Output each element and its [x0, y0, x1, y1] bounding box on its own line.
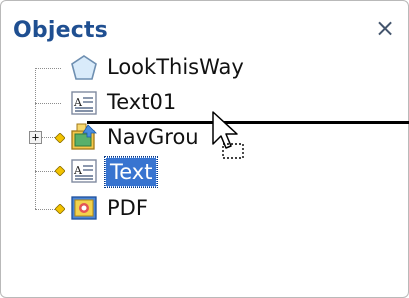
connector-dot-icon [55, 166, 65, 176]
svg-text:A: A [73, 96, 83, 109]
expand-toggle[interactable]: + [29, 131, 42, 144]
object-tree: LookThisWay A Text01 + NavGrou A Text PD… [1, 45, 408, 297]
tree-guide-line [42, 137, 55, 138]
panel-header: Objects × [1, 1, 408, 45]
tree-item-label-selected[interactable]: Text [103, 156, 159, 188]
tree-item-label[interactable]: PDF [107, 194, 148, 222]
tree-guide-line [35, 209, 55, 210]
tree-guide-line [35, 103, 61, 104]
pentagon-shape-icon [69, 53, 99, 83]
plus-icon: + [31, 130, 40, 144]
pdf-object-icon [69, 193, 99, 223]
text-object-icon: A [69, 88, 99, 118]
panel-title: Objects [13, 18, 108, 43]
close-icon[interactable]: × [374, 16, 396, 40]
text-object-icon: A [69, 156, 99, 186]
tree-item-label[interactable]: LookThisWay [107, 53, 244, 81]
connector-dot-icon [55, 133, 65, 143]
objects-panel: Objects × LookThisWay A Text01 + NavGrou… [0, 0, 409, 298]
tree-item-label[interactable]: NavGrou [107, 123, 199, 151]
connector-dot-icon [55, 204, 65, 214]
tree-item-label[interactable]: Text01 [107, 88, 176, 116]
drag-cursor-icon [211, 110, 255, 166]
svg-text:A: A [73, 164, 83, 177]
tree-guide-line [35, 68, 61, 69]
tree-guide-line [35, 171, 55, 172]
nav-group-icon [69, 122, 99, 152]
